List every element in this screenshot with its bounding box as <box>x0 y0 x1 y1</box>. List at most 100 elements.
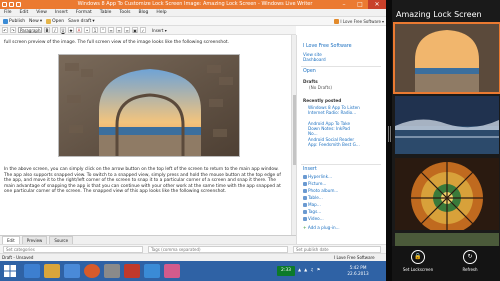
blog-selector[interactable]: I Love Free Software ▾ <box>334 18 384 24</box>
strikethrough-icon[interactable]: a <box>68 27 74 33</box>
folder-icon <box>46 18 52 24</box>
maximize-button[interactable]: □ <box>352 0 368 9</box>
lockscreen-thumbnail-1[interactable] <box>393 22 500 94</box>
flag-icon[interactable]: ⚑ <box>317 267 321 272</box>
open-heading[interactable]: Open <box>303 69 316 74</box>
internet-explorer-icon[interactable] <box>24 264 40 278</box>
quote-icon[interactable]: “ <box>100 27 106 33</box>
publish-icon <box>3 18 8 24</box>
underline-icon[interactable]: U <box>60 27 66 33</box>
taskbar-clock[interactable]: 5:42 PM 22.6.2013 <box>345 265 371 277</box>
set-lockscreen-button[interactable]: 🔒 Set Lockscreen <box>398 250 438 272</box>
bullets-icon[interactable]: • <box>84 27 90 33</box>
recent-post-1[interactable]: Windows 8 App To Listen Internet Radio: … <box>308 105 360 115</box>
command-bar: Publish New ▾ Open Save draft ▾ I Love F… <box>0 17 386 26</box>
add-plugin-link[interactable]: + Add a plug-in... <box>303 225 340 230</box>
publish-date-field[interactable]: Set publish date <box>293 246 381 253</box>
network-icon[interactable]: ▲ <box>304 267 307 272</box>
numbering-icon[interactable]: 1 <box>92 27 98 33</box>
snap-grip[interactable] <box>388 126 389 142</box>
refresh-button[interactable]: ↻ Refresh <box>450 250 490 272</box>
insert-tags[interactable]: Tags... <box>303 209 321 214</box>
lockscreen-thumbnail-4[interactable] <box>395 233 499 246</box>
writer-window: Windows 8 App To Customize Lock Screen I… <box>0 0 386 281</box>
qat-undo-icon[interactable] <box>9 2 14 7</box>
quick-access-toolbar <box>2 1 32 8</box>
align-center-icon[interactable]: ≡ <box>116 27 122 33</box>
menu-file[interactable]: File <box>0 10 16 15</box>
menu-view[interactable]: View <box>32 10 51 15</box>
status-bar: Draft - Unsaved I Love Free Software <box>0 253 386 261</box>
stone-arch-photo[interactable] <box>58 54 240 157</box>
post-properties-bar: Set categories Tags (comma separated) Se… <box>0 244 386 253</box>
lockscreen-thumbnail-2[interactable] <box>395 96 499 154</box>
editor-area[interactable]: full screen preview of the image. The fu… <box>0 35 291 235</box>
menu-blog[interactable]: Blog <box>134 10 152 15</box>
close-button[interactable]: ✕ <box>368 0 386 9</box>
minimize-button[interactable]: – <box>336 0 352 9</box>
paint-icon[interactable] <box>164 264 180 278</box>
insert-map-label: Map... <box>308 202 321 207</box>
sidebar-blog-title[interactable]: I Love Free Software <box>303 44 352 49</box>
timer-badge[interactable]: 2:33 <box>277 266 295 276</box>
menu-edit[interactable]: Edit <box>16 10 33 15</box>
menu-insert[interactable]: Insert <box>51 10 72 15</box>
publish-button[interactable]: Publish <box>3 18 25 24</box>
sidebar-divider <box>301 164 381 165</box>
link-icon[interactable]: ∞ <box>124 27 130 33</box>
insert-picture[interactable]: Picture... <box>303 181 326 186</box>
skype-icon[interactable] <box>64 264 80 278</box>
paragraph-style-select[interactable]: Paragraph <box>18 27 42 33</box>
live-writer-icon[interactable] <box>144 264 160 278</box>
qat-save-icon[interactable] <box>2 2 7 7</box>
status-text: Draft - Unsaved <box>2 255 34 260</box>
spellcheck-icon[interactable]: ✓ <box>140 27 146 33</box>
dashboard-link[interactable]: Dashboard <box>303 57 326 62</box>
new-button[interactable]: New ▾ <box>29 19 42 24</box>
lockscreen-thumbnail-3[interactable] <box>395 158 499 230</box>
insert-menu[interactable]: Insert ▾ <box>152 28 167 33</box>
media-player-icon[interactable] <box>124 264 140 278</box>
image-icon[interactable]: ▣ <box>132 27 138 33</box>
categories-field[interactable]: Set categories <box>3 246 143 253</box>
redo-icon[interactable]: ↷ <box>10 27 16 33</box>
windows-start-icon[interactable] <box>4 265 16 277</box>
qat-redo-icon[interactable] <box>16 2 21 7</box>
menu-format[interactable]: Format <box>72 10 96 15</box>
categories-placeholder: Set categories <box>6 247 35 252</box>
title-bar: Windows 8 App To Customize Lock Screen I… <box>0 0 386 9</box>
insert-map[interactable]: Map... <box>303 202 321 207</box>
sidebar-divider <box>301 66 381 67</box>
menu-help[interactable]: Help <box>152 10 170 15</box>
tray-arrow-icon[interactable]: ▲ <box>298 267 301 272</box>
settings-app-icon[interactable] <box>104 264 120 278</box>
insert-photo-album[interactable]: Photo album... <box>303 188 338 193</box>
save-draft-button[interactable]: Save draft ▾ <box>68 19 94 24</box>
hyperlink-icon <box>303 175 307 179</box>
firefox-icon[interactable] <box>84 264 100 278</box>
volume-icon[interactable]: ♫ <box>310 267 314 272</box>
insert-hyperlink[interactable]: Hyperlink... <box>303 174 332 179</box>
insert-video[interactable]: Video... <box>303 216 324 221</box>
open-button[interactable]: Open <box>46 18 64 24</box>
font-color-icon[interactable]: A <box>76 27 82 33</box>
menu-table[interactable]: Table <box>96 10 116 15</box>
recent-post-2[interactable]: Android App To Take Down Notes: InkPad N… <box>308 121 360 136</box>
insert-hyperlink-label: Hyperlink... <box>308 174 332 179</box>
blog-icon <box>334 18 340 24</box>
undo-icon[interactable]: ↶ <box>2 27 8 33</box>
recent-post-3[interactable]: Android Social Reader App: Feedsmith Bes… <box>308 137 360 147</box>
chevron-down-icon: ▾ <box>381 18 384 24</box>
align-left-icon[interactable]: ≡ <box>108 27 114 33</box>
chevron-down-icon: ▾ <box>164 27 167 33</box>
bold-icon[interactable]: B <box>44 27 50 33</box>
insert-table[interactable]: Table... <box>303 195 323 200</box>
refresh-label: Refresh <box>462 267 478 272</box>
italic-icon[interactable]: I <box>52 27 58 33</box>
file-explorer-icon[interactable] <box>44 264 60 278</box>
insert-video-label: Video... <box>308 216 324 221</box>
menu-tools[interactable]: Tools <box>115 10 134 15</box>
snap-grip[interactable] <box>390 126 391 142</box>
save-draft-label: Save draft <box>68 18 92 24</box>
tags-field[interactable]: Tags (comma separated) <box>148 246 288 253</box>
